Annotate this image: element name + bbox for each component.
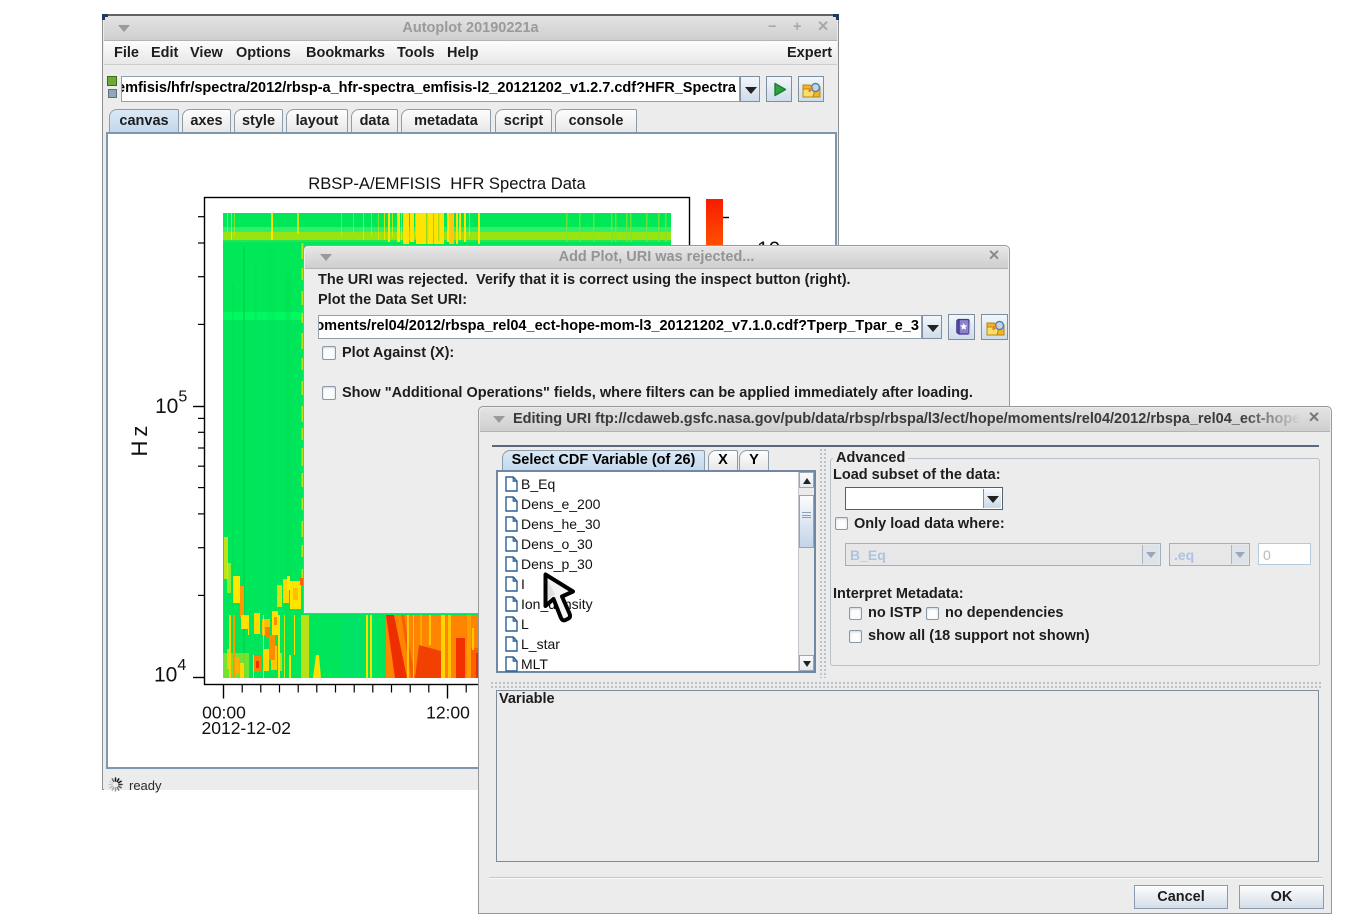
svg-text:104: 104: [154, 657, 186, 687]
svg-text:12:00: 12:00: [426, 703, 470, 723]
svg-text:2012-12-02: 2012-12-02: [202, 718, 292, 738]
svg-text:105: 105: [155, 389, 187, 419]
svg-text:Hz: Hz: [127, 422, 152, 457]
